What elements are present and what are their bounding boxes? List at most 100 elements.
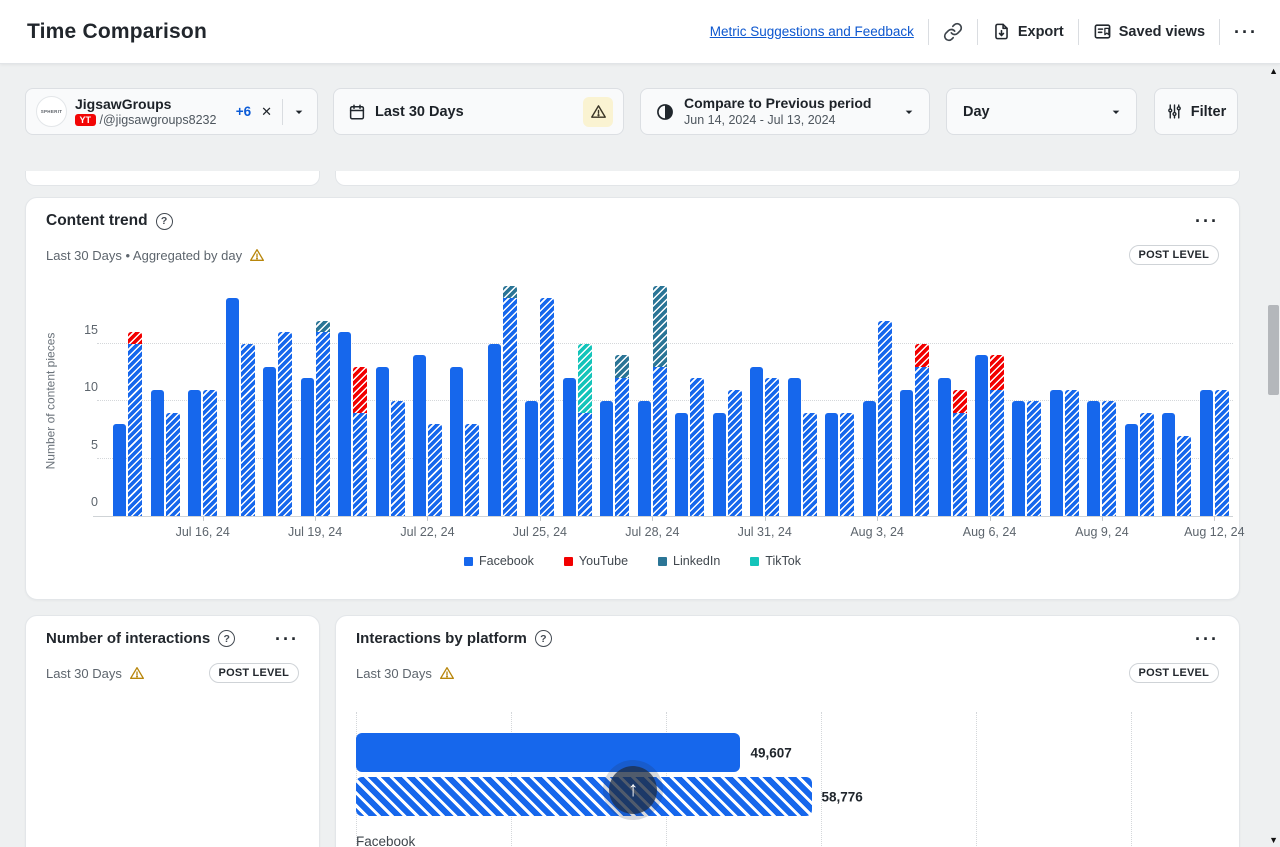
granularity-select[interactable]: Day [946,88,1137,135]
previous-period-bar[interactable] [615,355,629,516]
previous-period-bar[interactable] [428,424,442,516]
current-period-bar[interactable] [1050,390,1063,517]
warning-icon[interactable] [249,247,265,263]
previous-period-bar[interactable] [690,378,704,516]
current-period-bar[interactable] [975,355,988,516]
platform-more-icon[interactable]: ··· [1195,634,1219,644]
previous-period-bar[interactable] [278,332,292,516]
previous-period-bar[interactable] [503,286,517,516]
current-period-bar[interactable] [1012,401,1025,516]
legend-item-facebook[interactable]: Facebook [464,554,534,568]
export-button[interactable]: Export [992,22,1064,41]
current-period-bar[interactable] [488,344,501,517]
previous-period-bar[interactable] [915,344,929,517]
previous-period-bar[interactable] [728,390,742,517]
date-range-picker[interactable]: Last 30 Days [333,88,624,135]
legend-item-youtube[interactable]: YouTube [564,554,628,568]
current-period-bar[interactable] [301,378,314,516]
current-period-bar[interactable] [825,413,838,517]
day-group [671,286,708,516]
previous-period-bar[interactable] [840,413,854,517]
previous-period-bar[interactable] [1215,390,1229,517]
bar-groups: Jul 16, 24Jul 19, 24Jul 22, 24Jul 25, 24… [109,286,1233,516]
previous-period-bar[interactable] [465,424,479,516]
current-period-bar[interactable] [226,298,239,517]
extra-profiles-count[interactable]: +6 [236,104,251,119]
previous-period-bar[interactable] [203,390,217,517]
previous-period-bar[interactable] [953,390,967,517]
current-period-bar[interactable] [563,378,576,516]
current-period-bar[interactable] [1200,390,1213,517]
current-period-bar[interactable] [788,378,801,516]
legend-item-linkedin[interactable]: LinkedIn [658,554,720,568]
current-period-bar[interactable] [675,413,688,517]
linkedin-segment [653,286,667,367]
previous-period-bar[interactable] [353,367,367,517]
clear-profiles-icon[interactable]: ✕ [261,104,272,120]
profile-selector[interactable]: SPHERIT JigsawGroups YT /@jigsawgroups82… [25,88,318,135]
current-period-bar[interactable] [338,332,351,516]
compare-period-selector[interactable]: Compare to Previous period Jun 14, 2024 … [640,88,930,135]
current-period-bar[interactable] [900,390,913,517]
help-icon[interactable]: ? [218,630,235,647]
previous-period-bar[interactable] [356,777,812,816]
previous-period-bar[interactable] [653,286,667,516]
profile-caret-icon[interactable] [291,104,307,120]
previous-period-bar[interactable] [878,321,892,517]
current-period-bar[interactable] [1087,401,1100,516]
scrollbar-thumb[interactable] [1268,305,1279,395]
current-period-bar[interactable] [938,378,951,516]
compare-icon [655,102,675,122]
previous-period-bar[interactable] [1140,413,1154,517]
previous-period-bar[interactable] [316,321,330,517]
current-period-bar[interactable] [188,390,201,517]
x-axis-tick [877,516,878,521]
previous-period-bar[interactable] [578,344,592,517]
current-period-bar[interactable] [713,413,726,517]
scrollbar-down-arrow[interactable]: ▼ [1269,835,1278,845]
previous-period-bar[interactable] [241,344,255,517]
current-period-bar[interactable] [638,401,651,516]
current-period-bar[interactable] [376,367,389,517]
linkedin-segment [503,286,517,298]
metric-feedback-link[interactable]: Metric Suggestions and Feedback [710,24,914,39]
current-period-bar[interactable] [1125,424,1138,516]
interactions-more-icon[interactable]: ··· [275,634,299,644]
current-period-bar[interactable] [750,367,763,517]
warning-icon[interactable] [439,665,455,681]
previous-period-bar[interactable] [1177,436,1191,517]
current-period-bar[interactable] [151,390,164,517]
header-more-menu-icon[interactable]: ··· [1234,27,1258,37]
previous-period-bar[interactable] [990,355,1004,516]
previous-period-bar[interactable] [1065,390,1079,517]
previous-period-bar[interactable] [128,332,142,516]
copy-link-icon[interactable] [943,22,963,42]
current-period-bar[interactable] [525,401,538,516]
current-period-bar[interactable] [450,367,463,517]
scrollbar-up-arrow[interactable]: ▲ [1269,66,1278,76]
day-group: Aug 12, 24 [1196,286,1233,516]
current-period-bar[interactable] [863,401,876,516]
previous-period-bar[interactable] [391,401,405,516]
current-period-bar[interactable] [113,424,126,516]
previous-period-bar[interactable] [540,298,554,517]
previous-period-bar[interactable] [803,413,817,517]
current-period-bar[interactable] [263,367,276,517]
previous-period-bar[interactable] [166,413,180,517]
current-period-bar[interactable] [600,401,613,516]
help-icon[interactable]: ? [156,213,173,230]
help-icon[interactable]: ? [535,630,552,647]
scroll-to-top-button[interactable]: ↑ [609,766,657,814]
filter-button[interactable]: Filter [1154,88,1238,135]
legend-item-tiktok[interactable]: TikTok [750,554,801,568]
previous-period-bar[interactable] [765,378,779,516]
warning-icon[interactable] [129,665,145,681]
current-period-bar[interactable] [1162,413,1175,517]
date-warning-icon[interactable] [583,97,613,127]
previous-period-bar[interactable] [1102,401,1116,516]
current-period-bar[interactable] [413,355,426,516]
saved-views-button[interactable]: Saved views [1093,22,1205,41]
previous-period-bar[interactable] [1027,401,1041,516]
current-period-bar[interactable] [356,733,740,772]
content-trend-more-icon[interactable]: ··· [1195,216,1219,226]
